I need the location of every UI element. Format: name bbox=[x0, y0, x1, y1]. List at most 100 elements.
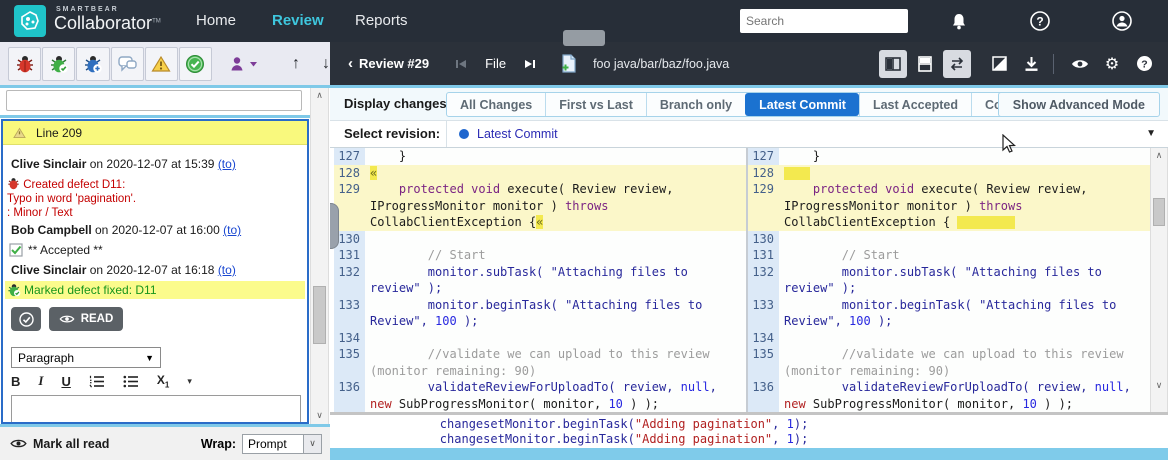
line-number[interactable]: 129 bbox=[748, 181, 779, 231]
display-mode-first-vs-last[interactable]: First vs Last bbox=[545, 93, 646, 116]
nav-home[interactable]: Home bbox=[196, 0, 236, 42]
line-number[interactable]: 127 bbox=[334, 148, 365, 165]
next-file-button[interactable] bbox=[524, 58, 536, 70]
line-number[interactable]: 131 bbox=[334, 247, 365, 264]
overall-comment-input[interactable] bbox=[6, 90, 302, 111]
download-button[interactable] bbox=[1017, 50, 1045, 78]
participant-menu[interactable] bbox=[229, 55, 258, 73]
line-number[interactable]: 136 bbox=[748, 379, 779, 412]
code-line[interactable]: 130 bbox=[334, 231, 746, 248]
back-chevron-icon[interactable]: ‹ bbox=[348, 55, 353, 72]
code-line[interactable]: 136 validateReviewForUploadTo( review, n… bbox=[748, 379, 1150, 412]
mark-all-read-button[interactable]: Mark all read bbox=[10, 437, 109, 451]
sidebar-scrollbar[interactable]: ∧ ∨ bbox=[310, 88, 329, 424]
ordered-list-icon[interactable] bbox=[89, 375, 105, 388]
warning-button[interactable] bbox=[145, 47, 178, 81]
wrap-select[interactable]: Prompt bbox=[242, 434, 304, 454]
settings-gear-button[interactable]: ⚙ bbox=[1098, 50, 1126, 78]
code-line[interactable]: 129 protected void execute( Review revie… bbox=[334, 181, 746, 231]
code-line[interactable]: 128 bbox=[748, 165, 1150, 182]
scroll-down-arrow[interactable]: ∨ bbox=[311, 408, 328, 424]
nav-review[interactable]: Review bbox=[272, 0, 324, 42]
theme-contrast-button[interactable] bbox=[985, 50, 1013, 78]
bold-button[interactable]: B bbox=[11, 374, 20, 389]
reply-textarea[interactable] bbox=[11, 395, 301, 423]
swap-sides-button[interactable] bbox=[943, 50, 971, 78]
code-line[interactable]: 133 monitor.beginTask( "Attaching files … bbox=[334, 297, 746, 330]
line-number[interactable]: 136 bbox=[334, 379, 365, 412]
scroll-up-arrow[interactable]: ∧ bbox=[311, 88, 328, 104]
revision-dropdown[interactable]: Latest Commit ▼ bbox=[446, 121, 1168, 147]
line-number[interactable]: 127 bbox=[748, 148, 779, 165]
create-defect-button[interactable] bbox=[8, 47, 41, 81]
read-button[interactable]: READ bbox=[49, 307, 123, 331]
line-number[interactable]: 133 bbox=[748, 297, 779, 330]
help-filled-button[interactable]: ? bbox=[1130, 50, 1158, 78]
scrollbar-thumb[interactable] bbox=[313, 286, 326, 344]
display-mode-all-changes[interactable]: All Changes bbox=[447, 93, 545, 116]
code-line[interactable]: 133 monitor.beginTask( "Attaching files … bbox=[748, 297, 1150, 330]
over-under-view-button[interactable] bbox=[911, 50, 939, 78]
line-number[interactable]: 130 bbox=[748, 231, 779, 248]
previous-file-button[interactable] bbox=[455, 58, 467, 70]
line-number[interactable]: 131 bbox=[748, 247, 779, 264]
underline-button[interactable]: U bbox=[61, 374, 70, 389]
accept-button[interactable] bbox=[179, 47, 212, 81]
mark-defect-fixed-button[interactable] bbox=[42, 47, 75, 81]
line-number[interactable]: 132 bbox=[748, 264, 779, 297]
line-number[interactable]: 128 bbox=[334, 165, 365, 182]
revision-caret-icon[interactable]: ▼ bbox=[1146, 121, 1156, 147]
code-line[interactable]: 132 monitor.subTask( "Attaching files to… bbox=[334, 264, 746, 297]
unordered-list-icon[interactable] bbox=[123, 375, 139, 388]
subscript-button[interactable]: X1 bbox=[157, 373, 169, 389]
file-path[interactable]: foo java/bar/baz/foo.java bbox=[593, 57, 729, 71]
line-number[interactable]: 128 bbox=[748, 165, 779, 182]
code-line[interactable]: 134 bbox=[334, 330, 746, 347]
code-line[interactable]: 135 //validate we can upload to this rev… bbox=[334, 346, 746, 379]
line-number[interactable]: 134 bbox=[334, 330, 365, 347]
more-formats-button[interactable]: ▾ bbox=[187, 376, 192, 387]
code-scrollbar[interactable]: ∧ ∨ bbox=[1150, 148, 1168, 412]
code-line[interactable]: 131 // Start bbox=[334, 247, 746, 264]
next-comment-button[interactable]: ↓ bbox=[322, 55, 330, 73]
comments-button[interactable] bbox=[111, 47, 144, 81]
code-line[interactable]: 130 bbox=[748, 231, 1150, 248]
display-mode-latest-commit[interactable]: Latest Commit bbox=[745, 93, 859, 116]
nav-reports[interactable]: Reports bbox=[355, 0, 408, 42]
comment-thread-panel[interactable]: Line 209 Clive Sinclair on 2020-12-07 at… bbox=[1, 119, 309, 424]
search-input[interactable] bbox=[740, 14, 907, 28]
add-defect-button[interactable] bbox=[76, 47, 109, 81]
goto-link[interactable]: (to) bbox=[223, 223, 241, 237]
italic-button[interactable]: I bbox=[38, 373, 43, 389]
line-number[interactable]: 135 bbox=[748, 346, 779, 379]
help-icon[interactable]: ? bbox=[1027, 8, 1053, 34]
paragraph-style-select[interactable]: Paragraph ▼ bbox=[11, 347, 161, 368]
goto-link[interactable]: (to) bbox=[218, 263, 236, 277]
horizontal-scrollbar[interactable] bbox=[330, 448, 1168, 460]
display-mode-branch-only[interactable]: Branch only bbox=[646, 93, 745, 116]
code-line[interactable]: 131 // Start bbox=[748, 247, 1150, 264]
code-line[interactable]: 128« bbox=[334, 165, 746, 182]
code-line[interactable]: 129 protected void execute( Review revie… bbox=[748, 181, 1150, 231]
notifications-bell-icon[interactable] bbox=[946, 8, 972, 34]
line-number[interactable]: 132 bbox=[334, 264, 365, 297]
show-advanced-mode-button[interactable]: Show Advanced Mode bbox=[998, 92, 1160, 117]
side-by-side-view-button[interactable] bbox=[879, 50, 907, 78]
account-icon[interactable] bbox=[1109, 8, 1135, 34]
scroll-down-arrow[interactable]: ∨ bbox=[1151, 378, 1167, 394]
goto-link[interactable]: (to) bbox=[218, 157, 236, 171]
scroll-up-arrow[interactable]: ∧ bbox=[1151, 148, 1167, 164]
code-line[interactable]: 127 } bbox=[334, 148, 746, 165]
code-line[interactable]: 136 validateReviewForUploadTo( review, n… bbox=[334, 379, 746, 412]
previous-comment-button[interactable]: ↑ bbox=[292, 55, 300, 73]
line-number[interactable]: 133 bbox=[334, 297, 365, 330]
wrap-select-chevron-icon[interactable]: ∨ bbox=[304, 434, 322, 454]
line-number[interactable]: 134 bbox=[748, 330, 779, 347]
display-mode-last-accepted[interactable]: Last Accepted bbox=[859, 93, 971, 116]
line-number[interactable]: 135 bbox=[334, 346, 365, 379]
review-title[interactable]: Review #29 bbox=[359, 56, 429, 71]
acknowledge-button[interactable] bbox=[11, 307, 41, 331]
smartbear-logo-icon[interactable] bbox=[14, 5, 46, 37]
code-line[interactable]: 135 //validate we can upload to this rev… bbox=[748, 346, 1150, 379]
code-line[interactable]: 132 monitor.subTask( "Attaching files to… bbox=[748, 264, 1150, 297]
